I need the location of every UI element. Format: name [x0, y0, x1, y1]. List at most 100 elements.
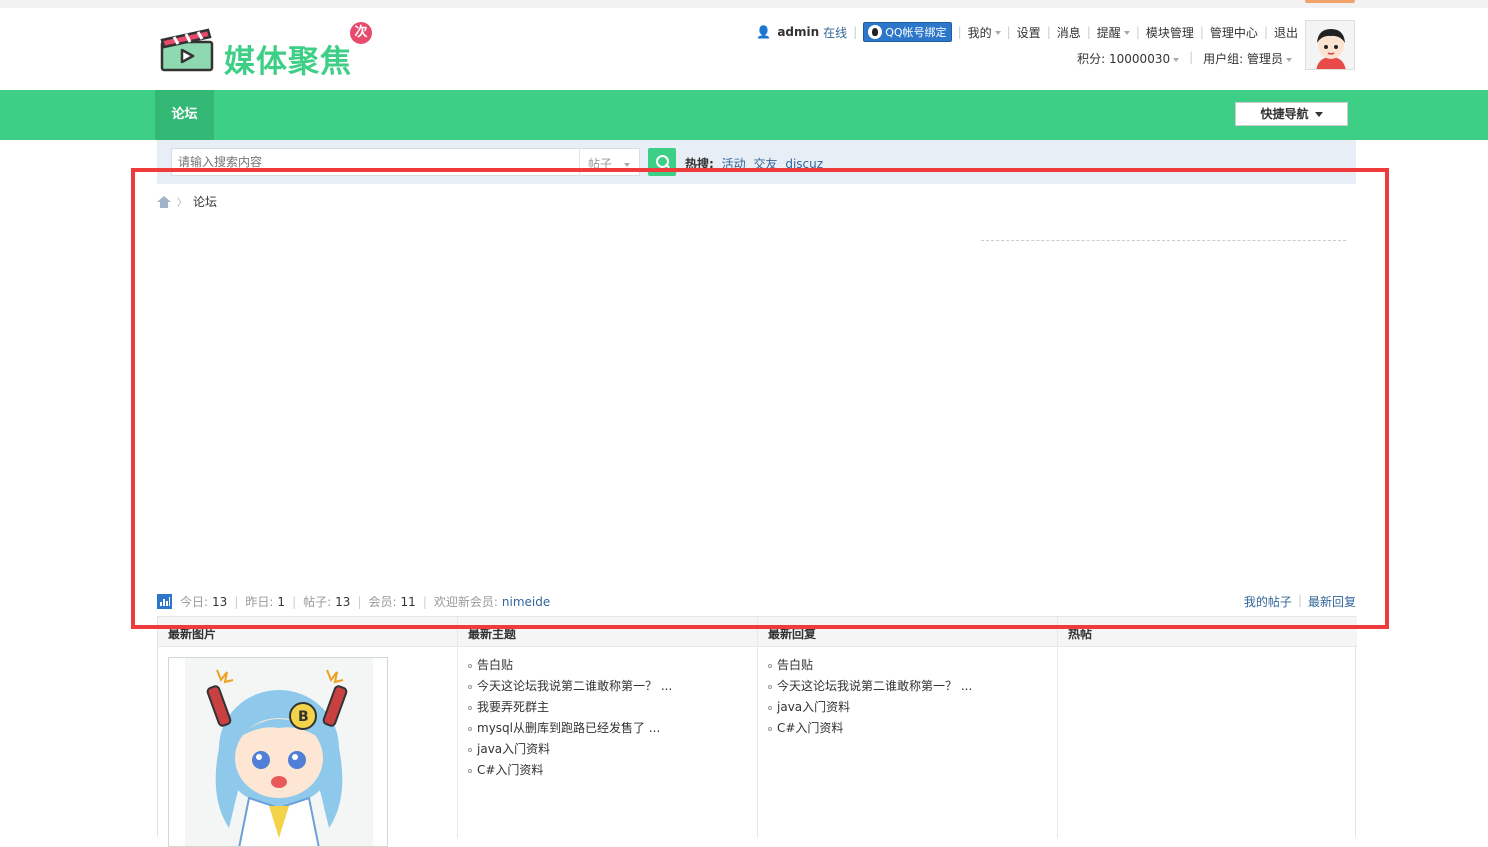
- stats-right: 我的帖子 | 最新回复: [1244, 593, 1356, 610]
- topic-link[interactable]: 今天这论坛我说第二谁敢称第一？ ...: [477, 679, 672, 693]
- reply-link[interactable]: C#入门资料: [777, 721, 843, 735]
- quick-nav-button[interactable]: 快捷导航: [1235, 102, 1348, 126]
- online-status[interactable]: 在线: [823, 24, 847, 41]
- today-count: 13: [212, 594, 228, 609]
- main-nav: 论坛 快捷导航: [0, 90, 1488, 140]
- list-item[interactable]: 今天这论坛我说第二谁敢称第一？ ...: [768, 676, 1047, 697]
- forum-stats: 今日: 13 | 昨日: 1 | 帖子: 13 | 会员: 11 | 欢迎新会员…: [157, 593, 1356, 613]
- search-bar: 帖子 热搜: 活动 交友 discuz: [157, 140, 1356, 184]
- logout-link[interactable]: 退出: [1274, 24, 1298, 41]
- topic-link[interactable]: java入门资料: [477, 742, 550, 756]
- list-item[interactable]: 告白贴: [768, 655, 1047, 676]
- divider: |: [357, 594, 362, 609]
- topic-link[interactable]: C#入门资料: [477, 763, 543, 777]
- chevron-down-icon: [624, 162, 631, 167]
- anime-character-image: B: [169, 658, 387, 846]
- list-item[interactable]: 告白贴: [468, 655, 747, 676]
- chevron-down-icon: [1123, 31, 1130, 35]
- svg-text:B: B: [298, 709, 309, 725]
- bullet-icon: [468, 768, 472, 773]
- bullet-icon: [768, 663, 772, 668]
- brand-name: 媒体聚焦: [224, 44, 352, 80]
- reply-link[interactable]: 今天这论坛我说第二谁敢称第一？ ...: [777, 679, 972, 693]
- chevron-down-icon: [994, 31, 1001, 35]
- breadcrumb-current[interactable]: 论坛: [193, 193, 217, 210]
- home-icon[interactable]: [157, 195, 171, 208]
- top-strip: [0, 0, 1488, 8]
- chevron-down-icon: [1286, 57, 1292, 62]
- list-item[interactable]: C#入门资料: [468, 760, 747, 781]
- list-item[interactable]: java入门资料: [768, 697, 1047, 718]
- yesterday-count: 1: [277, 594, 286, 609]
- site-logo[interactable]: 媒体聚焦 次: [160, 20, 380, 80]
- list-item[interactable]: java入门资料: [468, 739, 747, 760]
- panel-title: 最新回复: [758, 617, 1057, 647]
- bullet-icon: [468, 684, 472, 689]
- credits-label: 积分: 10000030: [1077, 52, 1171, 66]
- messages-link[interactable]: 消息: [1057, 24, 1081, 41]
- bullet-icon: [468, 663, 472, 668]
- qq-bind-label: QQ帐号绑定: [885, 26, 947, 39]
- site-header: 媒体聚焦 次 👤 admin 在线 | QQ帐号绑定 | 我的 | 设置 | 消…: [0, 8, 1488, 90]
- my-menu-label: 我的: [967, 25, 992, 40]
- hot-search-label: 热搜:: [685, 157, 714, 171]
- topic-link[interactable]: 我要弄死群主: [477, 700, 549, 714]
- hot-term-link[interactable]: 活动: [722, 157, 746, 171]
- bullet-icon: [468, 705, 472, 710]
- divider: |: [422, 594, 427, 609]
- user-group-label: 用户组: 管理员: [1203, 52, 1283, 66]
- posts-label: 帖子:: [303, 595, 332, 609]
- panel-latest-replies: 最新回复 告白贴 今天这论坛我说第二谁敢称第一？ ... java入门资料 C#…: [758, 617, 1058, 838]
- newest-member-label: 欢迎新会员:: [433, 595, 498, 609]
- posts-count: 13: [335, 594, 351, 609]
- my-menu-link[interactable]: 我的: [968, 24, 1001, 41]
- top-accent-tab[interactable]: [1305, 0, 1355, 3]
- username-link[interactable]: admin: [777, 25, 819, 39]
- hot-term-link[interactable]: discuz: [785, 157, 823, 171]
- topic-link[interactable]: mysql从删库到跑路已经发售了 ...: [477, 721, 660, 735]
- list-item[interactable]: mysql从删库到跑路已经发售了 ...: [468, 718, 747, 739]
- module-admin-link[interactable]: 模块管理: [1146, 24, 1194, 41]
- divider: |: [234, 594, 239, 609]
- latest-picture[interactable]: B: [168, 657, 388, 847]
- topic-link[interactable]: 告白贴: [477, 658, 513, 672]
- bullet-icon: [768, 684, 772, 689]
- avatar[interactable]: [1305, 20, 1355, 70]
- qq-bind-button[interactable]: QQ帐号绑定: [863, 22, 952, 42]
- quick-nav-label: 快捷导航: [1260, 107, 1309, 121]
- nav-tab-forum[interactable]: 论坛: [155, 90, 214, 140]
- my-posts-link[interactable]: 我的帖子: [1244, 593, 1292, 610]
- reply-link[interactable]: java入门资料: [777, 700, 850, 714]
- members-label: 会员:: [368, 595, 397, 609]
- user-group-link[interactable]: 用户组: 管理员: [1203, 50, 1292, 67]
- reminders-label: 提醒: [1096, 25, 1121, 40]
- latest-replies-link[interactable]: 最新回复: [1308, 593, 1356, 610]
- list-item[interactable]: 我要弄死群主: [468, 697, 747, 718]
- list-item[interactable]: 今天这论坛我说第二谁敢称第一？ ...: [468, 676, 747, 697]
- yesterday-label: 昨日:: [245, 595, 274, 609]
- divider: |: [292, 594, 297, 609]
- search-button[interactable]: [648, 148, 676, 176]
- divider: |: [1199, 25, 1204, 39]
- panel-hot-posts: 热帖: [1058, 617, 1357, 838]
- newest-member-link[interactable]: nimeide: [502, 595, 550, 609]
- stats-left: 今日: 13 | 昨日: 1 | 帖子: 13 | 会员: 11 | 欢迎新会员…: [157, 593, 550, 610]
- list-item[interactable]: C#入门资料: [768, 718, 1047, 739]
- admin-center-link[interactable]: 管理中心: [1210, 24, 1258, 41]
- settings-link[interactable]: 设置: [1017, 24, 1041, 41]
- topic-list: 告白贴 今天这论坛我说第二谁敢称第一？ ... 我要弄死群主 mysql从删库到…: [458, 647, 757, 789]
- reminders-link[interactable]: 提醒: [1097, 24, 1130, 41]
- reply-link[interactable]: 告白贴: [777, 658, 813, 672]
- user-avatar-icon: [1306, 21, 1354, 69]
- panel-title: 最新图片: [158, 617, 457, 647]
- divider: |: [1086, 25, 1091, 39]
- reply-list: 告白贴 今天这论坛我说第二谁敢称第一？ ... java入门资料 C#入门资料: [758, 647, 1057, 747]
- hot-term-link[interactable]: 交友: [753, 157, 777, 171]
- divider: |: [957, 25, 962, 39]
- search-input[interactable]: [171, 148, 580, 176]
- search-type-select[interactable]: 帖子: [579, 148, 640, 176]
- bullet-icon: [468, 726, 472, 731]
- credits-link[interactable]: 积分: 10000030: [1077, 50, 1180, 67]
- user-icon: 👤: [756, 25, 772, 39]
- qq-icon: [868, 25, 883, 39]
